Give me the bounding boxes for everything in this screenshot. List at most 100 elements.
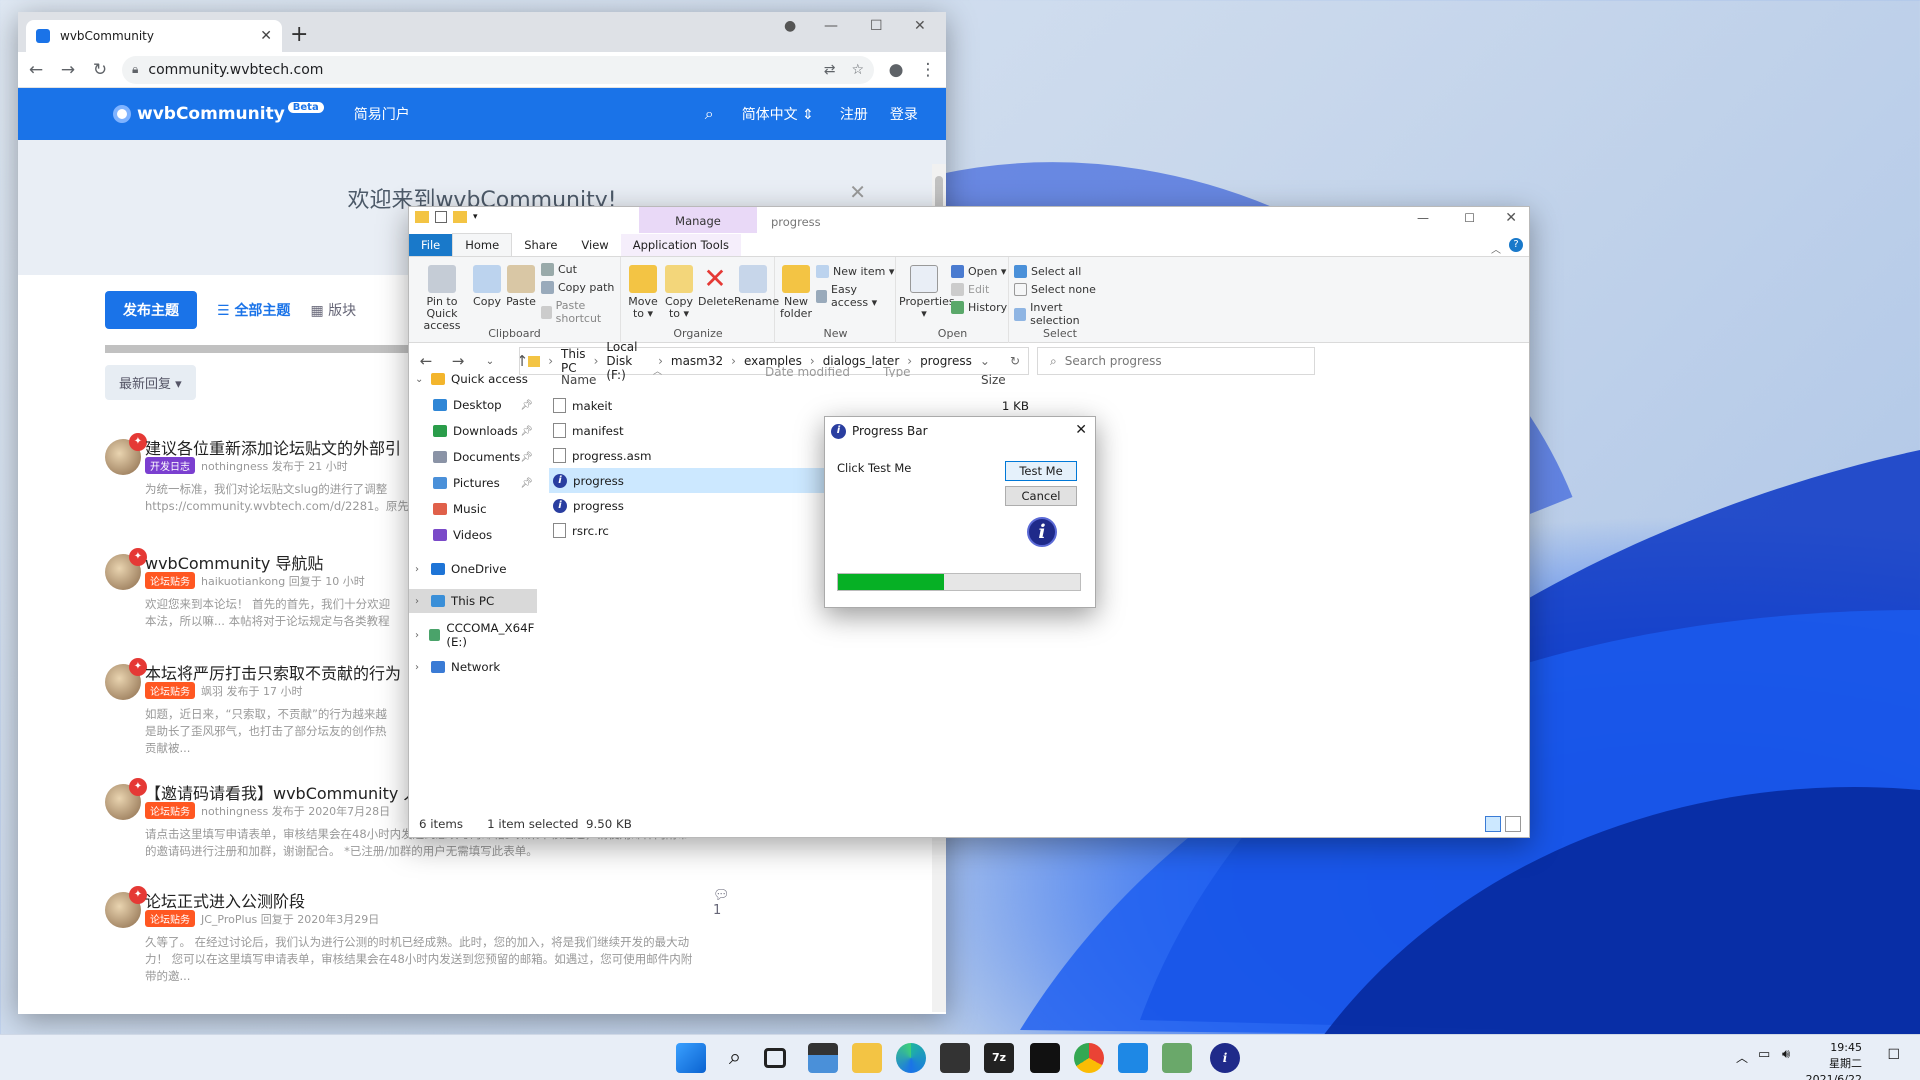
nav-item[interactable]: ⌄ Quick access bbox=[409, 367, 537, 391]
maximize-icon[interactable]: ☐ bbox=[1464, 211, 1475, 225]
nav-item[interactable]: › Network bbox=[409, 655, 537, 679]
move-to-button[interactable]: Move to ▾ bbox=[626, 263, 660, 320]
topic-tag[interactable]: 开发日志 bbox=[145, 457, 195, 474]
volume-icon[interactable]: 🔊︎ bbox=[1782, 1047, 1790, 1062]
address-bar[interactable]: 🔒︎ community.wvbtech.com ⇄ ☆ bbox=[122, 55, 874, 84]
nav-item[interactable]: Music bbox=[409, 497, 537, 521]
show-hidden-icons-icon[interactable]: ︿ bbox=[1736, 1049, 1748, 1066]
forward-icon[interactable]: → bbox=[58, 60, 78, 80]
site-logo[interactable]: wvbCommunity Beta bbox=[113, 101, 324, 124]
refresh-icon[interactable]: ↻ bbox=[1010, 354, 1020, 368]
close-icon[interactable]: ✕ bbox=[1505, 210, 1517, 226]
select-none-button[interactable]: Select none bbox=[1014, 283, 1096, 296]
nav-item[interactable]: › OneDrive bbox=[409, 557, 537, 581]
manage-context-tab[interactable]: Manage bbox=[639, 207, 757, 233]
store-icon[interactable] bbox=[940, 1043, 970, 1073]
topic-tag[interactable]: 论坛贴务 bbox=[145, 910, 195, 927]
translate-icon[interactable]: ⇄ bbox=[824, 62, 836, 78]
back-icon[interactable]: ← bbox=[26, 60, 46, 80]
file-row[interactable]: makeit 1 KB bbox=[549, 393, 1039, 418]
address-dropdown-icon[interactable]: ⌄ bbox=[980, 354, 990, 368]
nav-link-portal[interactable]: 简易门户 bbox=[354, 104, 410, 124]
select-all-button[interactable]: Select all bbox=[1014, 265, 1081, 278]
login-link[interactable]: 登录 bbox=[890, 104, 918, 124]
nav-item[interactable]: › CCCOMA_X64F (E:) bbox=[409, 621, 537, 649]
expand-chevron-icon[interactable]: › bbox=[415, 630, 423, 641]
new-folder-button[interactable]: New folder bbox=[780, 263, 812, 320]
topic-item[interactable]: ✦ 论坛正式进入公测阶段 论坛贴务 JC_ProPlus 回复于 2020年3月29日… bbox=[105, 886, 730, 988]
column-size[interactable]: Size bbox=[981, 367, 1006, 393]
minimize-icon[interactable]: — bbox=[824, 18, 838, 34]
copy-path-button[interactable]: Copy path bbox=[541, 281, 614, 294]
nav-item[interactable]: Downloads 📌︎ bbox=[409, 419, 537, 443]
tab-file[interactable]: File bbox=[409, 234, 453, 256]
browser-tab[interactable]: wvbCommunity ✕ bbox=[26, 20, 282, 52]
paste-button[interactable]: Paste bbox=[505, 263, 537, 308]
widgets-icon[interactable] bbox=[808, 1043, 838, 1073]
topic-title[interactable]: 论坛正式进入公测阶段 bbox=[145, 888, 305, 912]
menu-kebab-icon[interactable]: ⋮ bbox=[918, 60, 938, 80]
breadcrumb-item[interactable]: progress bbox=[920, 354, 972, 368]
sort-dropdown[interactable]: 最新回复 ▾ bbox=[105, 365, 196, 400]
tab-application-tools[interactable]: Application Tools bbox=[620, 234, 741, 256]
task-view-icon[interactable] bbox=[764, 1048, 786, 1068]
properties-button[interactable]: Properties ▾ bbox=[899, 263, 955, 320]
dismiss-hero-icon[interactable]: ✕ bbox=[849, 180, 866, 204]
help-icon[interactable]: ? bbox=[1509, 238, 1523, 252]
nav-item[interactable]: Documents 📌︎ bbox=[409, 445, 537, 469]
bookmark-star-icon[interactable]: ☆ bbox=[851, 62, 864, 78]
expand-chevron-icon[interactable]: › bbox=[415, 596, 425, 607]
terminal-icon[interactable] bbox=[1030, 1043, 1060, 1073]
column-date[interactable]: Date modified bbox=[765, 367, 850, 377]
search-icon[interactable]: ⌕ bbox=[705, 104, 714, 124]
invert-selection-button[interactable]: Invert selection bbox=[1014, 301, 1110, 327]
app-dialog-icon[interactable] bbox=[1162, 1043, 1192, 1073]
new-folder-qat-icon[interactable] bbox=[453, 211, 467, 223]
easy-access-button[interactable]: Easy access ▾ bbox=[816, 283, 895, 309]
paste-shortcut-button[interactable]: Paste shortcut bbox=[541, 299, 620, 325]
open-button[interactable]: Open ▾ bbox=[951, 265, 1006, 278]
7zip-icon[interactable]: 7z bbox=[984, 1043, 1014, 1073]
collapse-ribbon-icon[interactable]: ︿ bbox=[1491, 241, 1501, 256]
copy-to-button[interactable]: Copy to ▾ bbox=[662, 263, 696, 320]
cancel-button[interactable]: Cancel bbox=[1005, 486, 1077, 506]
nav-item[interactable]: › This PC bbox=[409, 589, 537, 613]
cut-button[interactable]: Cut bbox=[541, 263, 577, 276]
minimize-icon[interactable]: — bbox=[1417, 211, 1429, 225]
new-tab-icon[interactable]: + bbox=[290, 22, 308, 47]
topic-tag[interactable]: 论坛贴务 bbox=[145, 572, 195, 589]
nav-item[interactable]: Videos bbox=[409, 523, 537, 547]
profile-menu-icon[interactable]: ● bbox=[784, 18, 796, 34]
expand-chevron-icon[interactable]: ⌄ bbox=[415, 374, 425, 385]
topic-title[interactable]: 【邀请码请看我】wvbCommunity 入 bbox=[145, 780, 419, 804]
details-view-icon[interactable] bbox=[1485, 816, 1501, 832]
breadcrumb-item[interactable]: masm32 bbox=[671, 354, 723, 368]
file-explorer-icon[interactable] bbox=[852, 1043, 882, 1073]
new-item-button[interactable]: New item ▾ bbox=[816, 265, 894, 278]
notification-icon[interactable]: ☐ bbox=[1887, 1047, 1900, 1063]
topic-title[interactable]: 建议各位重新添加论坛贴文的外部引 bbox=[145, 435, 401, 459]
reload-icon[interactable]: ↻ bbox=[90, 60, 110, 80]
edge-icon[interactable] bbox=[896, 1043, 926, 1073]
large-icons-view-icon[interactable] bbox=[1505, 816, 1521, 832]
all-topics-link[interactable]: ☰ 全部主题 bbox=[217, 300, 290, 320]
topic-title[interactable]: wvbCommunity 导航贴 bbox=[145, 550, 323, 574]
maximize-icon[interactable]: ☐ bbox=[870, 18, 883, 34]
search-field[interactable]: ⌕ Search progress bbox=[1037, 347, 1315, 375]
delete-button[interactable]: ✕ Delete bbox=[698, 263, 734, 308]
qat-dropdown-icon[interactable]: ▾ bbox=[473, 212, 478, 222]
expand-chevron-icon[interactable]: › bbox=[415, 564, 425, 575]
tab-home[interactable]: Home bbox=[452, 233, 513, 256]
progress-app-icon[interactable]: i bbox=[1210, 1043, 1240, 1073]
network-icon[interactable]: ▭ bbox=[1758, 1047, 1770, 1062]
app-window-icon[interactable] bbox=[1118, 1043, 1148, 1073]
history-button[interactable]: History bbox=[951, 301, 1007, 314]
topic-tag[interactable]: 论坛贴务 bbox=[145, 802, 195, 819]
close-icon[interactable]: ✕ bbox=[914, 18, 926, 34]
column-type[interactable]: Type bbox=[883, 367, 911, 377]
nav-item[interactable]: Pictures 📌︎ bbox=[409, 471, 537, 495]
tab-share[interactable]: Share bbox=[512, 234, 569, 256]
start-icon[interactable] bbox=[676, 1043, 706, 1073]
recent-locations-icon[interactable]: ⌄ bbox=[481, 356, 499, 367]
nav-item[interactable]: Desktop 📌︎ bbox=[409, 393, 537, 417]
